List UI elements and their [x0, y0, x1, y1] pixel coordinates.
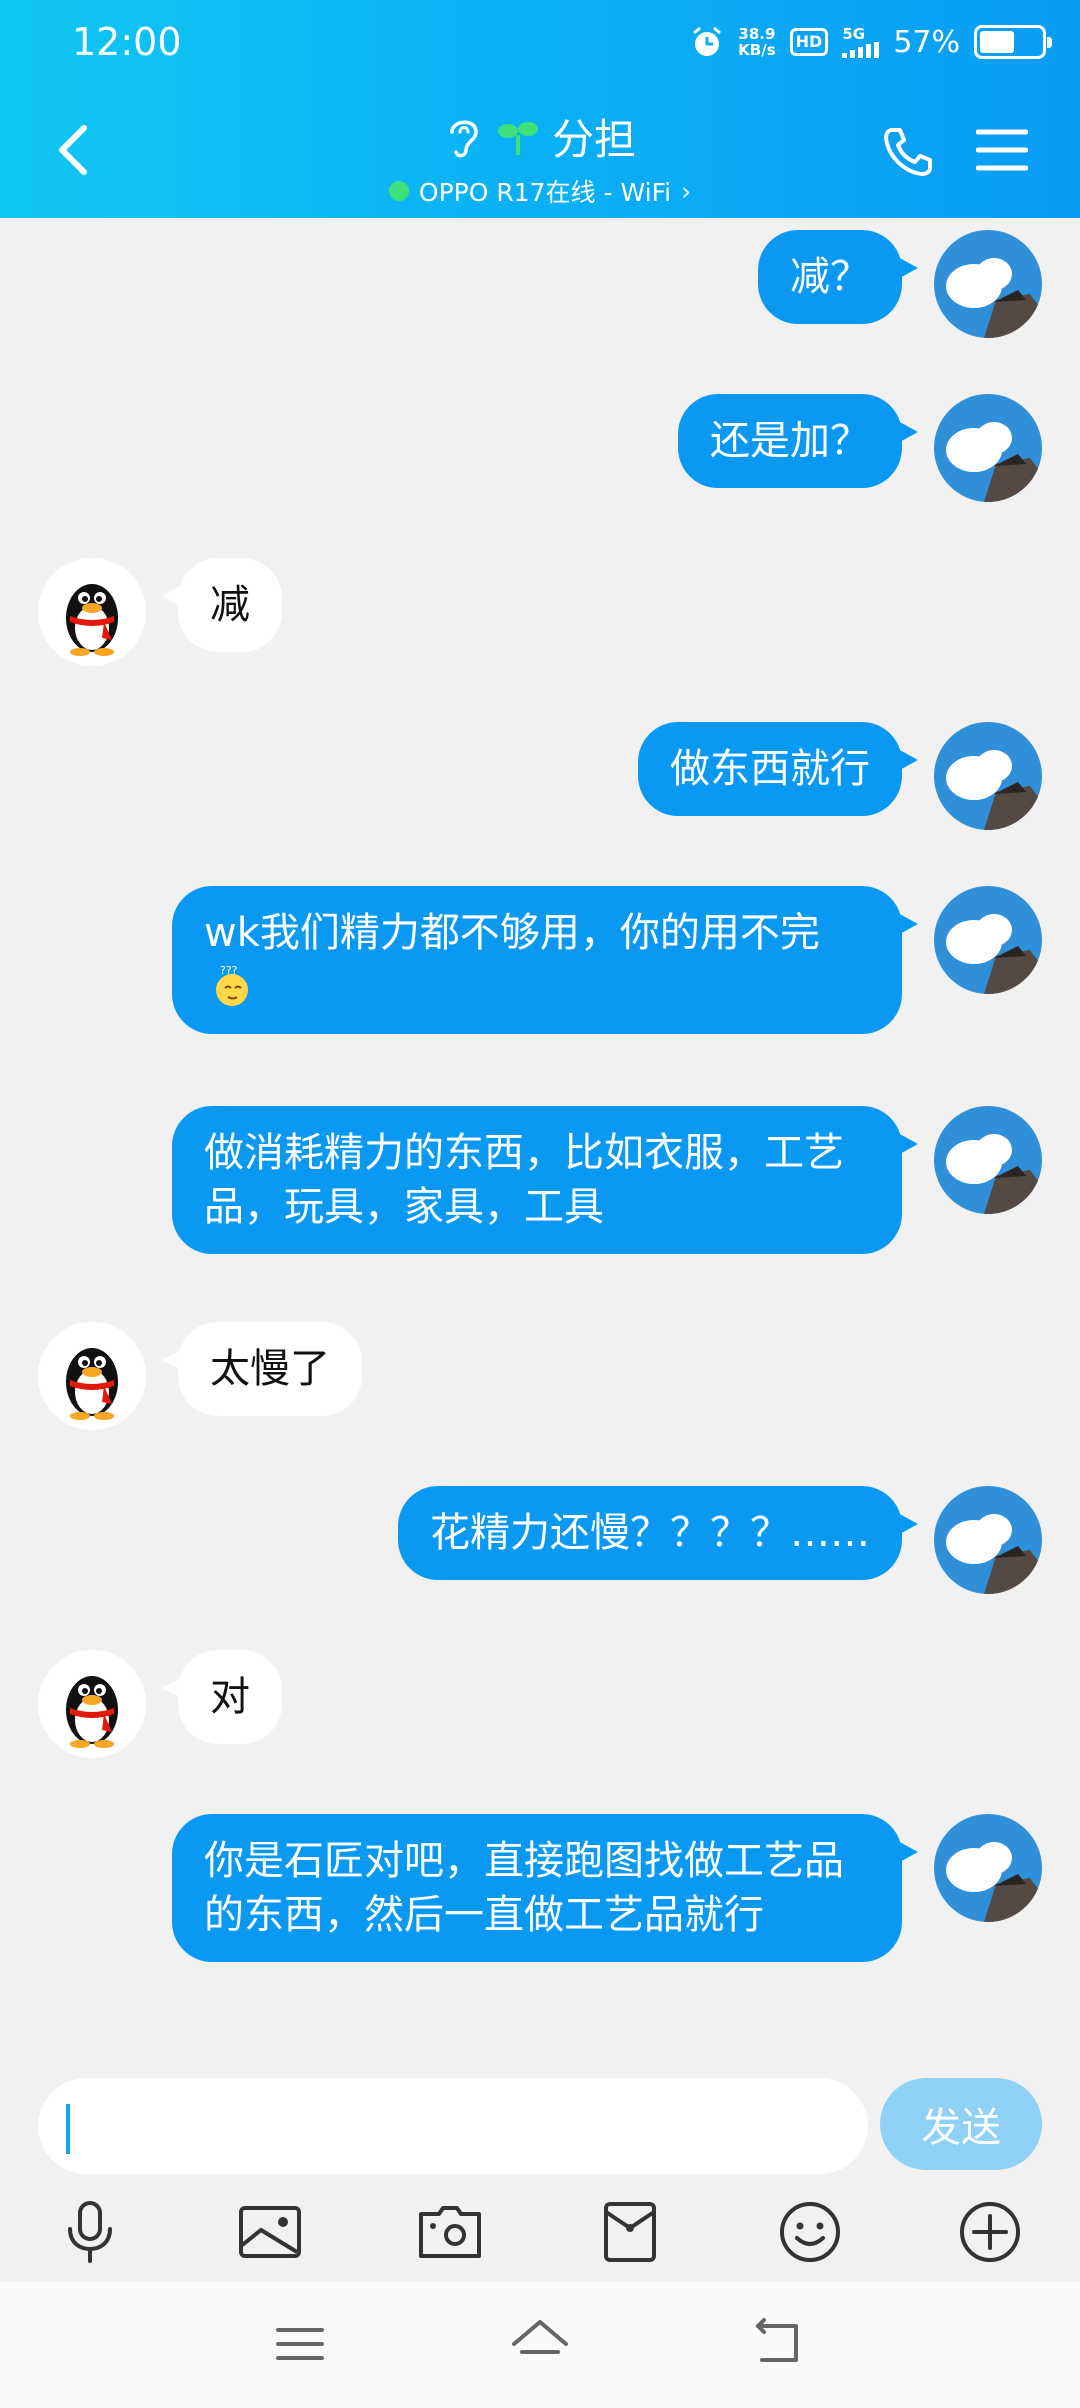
sky-avatar-icon — [934, 1486, 1042, 1594]
microphone-icon — [68, 2201, 112, 2263]
message-row: 做消耗精力的东西，比如衣服，工艺品，玩具，家具，工具 — [0, 1094, 1080, 1274]
my-avatar[interactable] — [934, 1106, 1042, 1214]
phone-icon[interactable] — [880, 124, 936, 180]
thinking-emoji: ??? — [216, 964, 248, 1006]
battery-percent: 57% — [893, 24, 960, 60]
contact-avatar[interactable] — [38, 558, 146, 666]
message-row: 太慢了 — [0, 1310, 1080, 1430]
message-row: 花精力还慢？？？？…… — [0, 1474, 1080, 1594]
message-text: 你是石匠对吧，直接跑图找做工艺品的东西，然后一直做工艺品就行 — [204, 1838, 844, 1938]
svg-text:???: ??? — [220, 964, 238, 977]
message-text: 太慢了 — [210, 1346, 330, 1392]
my-avatar[interactable] — [934, 722, 1042, 830]
plus-button[interactable] — [950, 2192, 1030, 2272]
status-time: 12:00 — [72, 20, 182, 64]
my-message-bubble[interactable]: 做消耗精力的东西，比如衣服，工艺品，玩具，家具，工具 — [172, 1106, 918, 1254]
message-row: 还是加？ — [0, 382, 1080, 502]
contact-avatar[interactable] — [38, 1650, 146, 1758]
microphone-button[interactable] — [50, 2192, 130, 2272]
sky-avatar-icon — [934, 722, 1042, 830]
contact-message-bubble[interactable]: 减 — [162, 558, 282, 652]
alarm-icon — [693, 26, 722, 56]
my-avatar[interactable] — [934, 230, 1042, 338]
message-text: wk我们精力都不够用，你的用不完 — [204, 910, 820, 956]
my-avatar[interactable] — [934, 886, 1042, 994]
my-message-bubble[interactable]: 减？ — [758, 230, 918, 324]
home-nav-icon[interactable] — [508, 2312, 572, 2376]
hd-badge: HD — [789, 28, 829, 56]
chat-subtitle: OPPO R17在线 - WiFi — [418, 178, 672, 207]
sprout-icon — [497, 121, 538, 155]
input-area: 发送 — [0, 2056, 1080, 2282]
my-avatar[interactable] — [934, 394, 1042, 502]
contact-avatar[interactable] — [38, 1322, 146, 1430]
message-row: 做东西就行 — [0, 710, 1080, 830]
battery-fill — [980, 31, 1015, 53]
message-row: wk我们精力都不够用，你的用不完 ??? — [0, 874, 1080, 1054]
signal-bars-icon — [842, 41, 880, 58]
my-avatar[interactable] — [934, 1814, 1042, 1922]
emoji-icon — [780, 2202, 840, 2262]
my-message-bubble[interactable]: 做东西就行 — [638, 722, 918, 816]
message-text: 还是加？ — [710, 418, 870, 464]
red-packet-icon — [604, 2202, 656, 2262]
image-button[interactable] — [230, 2192, 310, 2272]
message-text: 花精力还慢？？？？…… — [430, 1510, 870, 1556]
chevron-right-icon: › — [681, 176, 692, 206]
message-text: 减？ — [790, 254, 870, 300]
penguin-avatar-icon — [38, 558, 146, 666]
network-type: 5G — [842, 24, 866, 43]
message-row: 减？ — [0, 218, 1080, 338]
status-icons: 38.9 KB/s HD 5G 57% — [690, 18, 1052, 66]
penguin-avatar-icon — [38, 1322, 146, 1430]
red-packet-button[interactable] — [590, 2192, 670, 2272]
message-row: 减 — [0, 546, 1080, 666]
battery-icon — [974, 25, 1052, 59]
camera-icon — [419, 2206, 481, 2258]
message-text: 减 — [210, 582, 250, 628]
sky-avatar-icon — [934, 1814, 1042, 1922]
message-row: 对 — [0, 1638, 1080, 1758]
send-button[interactable]: 发送 — [880, 2078, 1042, 2170]
message-text: 做东西就行 — [670, 746, 870, 792]
penguin-avatar-icon — [38, 1650, 146, 1758]
net-speed-unit: KB/s — [738, 41, 776, 59]
text-caret — [66, 2104, 70, 2154]
message-text: 对 — [210, 1674, 250, 1720]
sky-avatar-icon — [934, 1106, 1042, 1214]
signal-indicator: 5G — [842, 24, 880, 58]
ear-icon — [450, 120, 478, 157]
my-message-bubble[interactable]: 花精力还慢？？？？…… — [398, 1486, 918, 1580]
net-speed: 38.9 KB/s — [738, 26, 775, 58]
app-header: 12:00 38.9 KB/s HD 5G 57% 分担 OPPO R17在线 … — [0, 0, 1080, 218]
message-list[interactable]: 减？ 还是加？ 减 做东西就行 wk我们精力都不够用，你的用不完 ??? 做消耗… — [0, 218, 1080, 2056]
my-message-bubble[interactable]: 还是加？ — [678, 394, 918, 488]
sky-avatar-icon — [934, 230, 1042, 338]
camera-button[interactable] — [410, 2192, 490, 2272]
my-message-bubble[interactable]: wk我们精力都不够用，你的用不完 ??? — [172, 886, 918, 1034]
message-text: 做消耗精力的东西，比如衣服，工艺品，玩具，家具，工具 — [204, 1130, 844, 1230]
emoji-button[interactable] — [770, 2192, 850, 2272]
net-speed-value: 38.9 — [738, 25, 776, 43]
plus-icon — [960, 2202, 1020, 2262]
system-nav-bar — [0, 2282, 1080, 2408]
menu-nav-icon[interactable] — [268, 2312, 332, 2376]
back-nav-icon[interactable] — [748, 2312, 812, 2376]
contact-message-bubble[interactable]: 对 — [162, 1650, 282, 1744]
my-avatar[interactable] — [934, 1486, 1042, 1594]
image-icon — [239, 2206, 301, 2258]
message-row: 你是石匠对吧，直接跑图找做工艺品的东西，然后一直做工艺品就行 — [0, 1802, 1080, 2042]
sky-avatar-icon — [934, 394, 1042, 502]
menu-icon[interactable] — [976, 128, 1028, 172]
chat-title: 分担 — [551, 115, 636, 164]
contact-message-bubble[interactable]: 太慢了 — [162, 1322, 362, 1416]
message-input[interactable] — [38, 2078, 868, 2174]
online-status-dot — [388, 181, 409, 201]
my-message-bubble[interactable]: 你是石匠对吧，直接跑图找做工艺品的东西，然后一直做工艺品就行 — [172, 1814, 918, 1962]
sky-avatar-icon — [934, 886, 1042, 994]
